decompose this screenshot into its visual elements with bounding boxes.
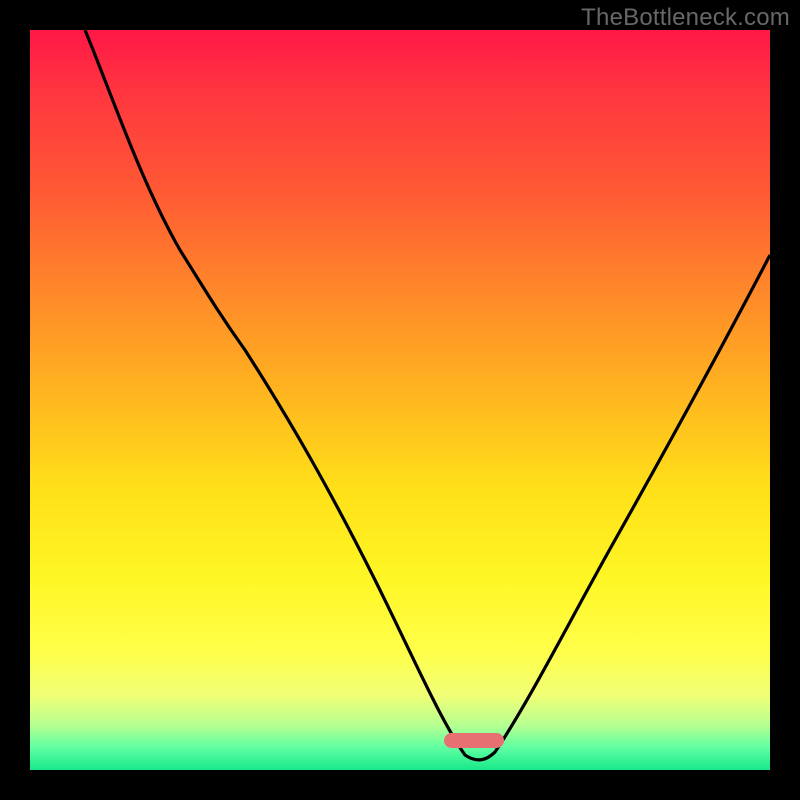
watermark-text: TheBottleneck.com	[581, 4, 790, 32]
bottleneck-curve	[85, 30, 770, 760]
bottleneck-chart-frame: TheBottleneck.com	[0, 0, 800, 800]
plot-gradient-area	[30, 30, 770, 770]
optimal-range-marker	[444, 733, 504, 748]
bottleneck-curve-svg	[30, 30, 770, 770]
